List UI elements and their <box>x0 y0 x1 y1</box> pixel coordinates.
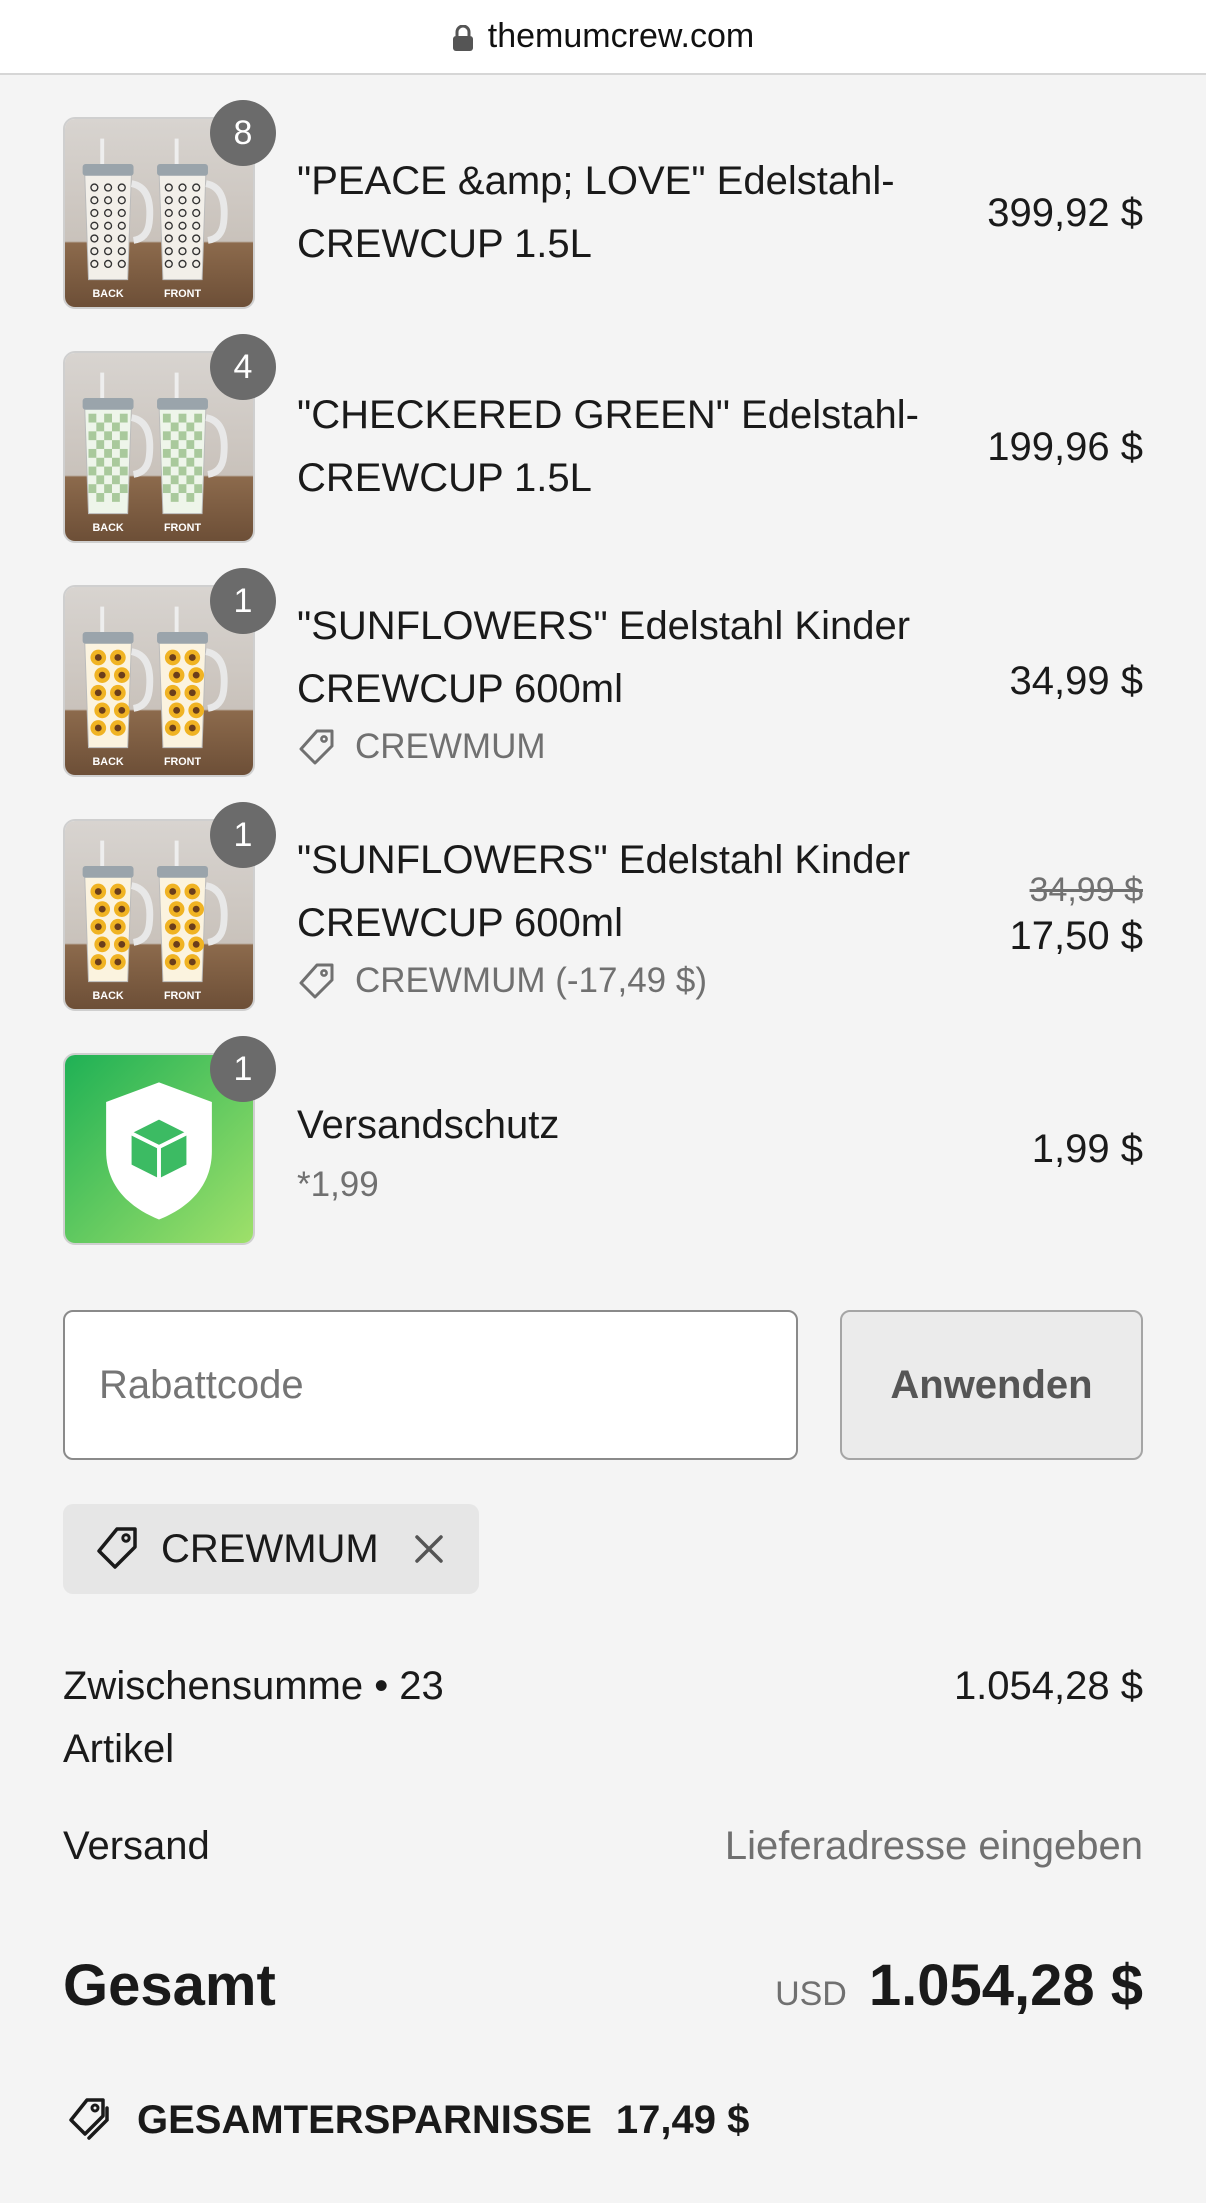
item-price-block: 399,92 $ <box>987 117 1143 309</box>
subtotal-row: Zwischensumme • 23 Artikel 1.054,28 $ <box>63 1655 1143 1785</box>
line-item: BACK FRONT 1 "SUNFLOWERS" Edelstahl Kinder … <box>63 802 1143 1011</box>
applied-code-text: CREWMUM <box>161 1526 379 1571</box>
item-discount: CREWMUM <box>297 727 997 767</box>
product-title: Versandschutz <box>297 1102 560 1147</box>
savings-value: 17,49 $ <box>615 2097 750 2142</box>
item-discount-text: CREWMUM (-17,49 $) <box>355 961 707 1000</box>
shipping-value: Lieferadresse eingeben <box>724 1824 1143 1868</box>
quantity-badge: 1 <box>210 1036 276 1102</box>
product-title: "SUNFLOWERS" Edelstahl Kinder CREWCUP 60… <box>297 838 911 945</box>
cup-side-label: BACK <box>93 990 124 1002</box>
item-discount: CREWMUM (-17,49 $) <box>297 961 997 1001</box>
apply-button[interactable]: Anwenden <box>840 1310 1143 1460</box>
quantity-badge: 1 <box>210 802 276 868</box>
item-price: 399,92 $ <box>987 190 1143 235</box>
total-row: Gesamt USD 1.054,28 $ <box>63 1946 1143 2026</box>
quantity-badge: 8 <box>210 100 276 166</box>
item-price-block: 34,99 $ 17,50 $ <box>1010 819 1143 1011</box>
item-price-block: 199,96 $ <box>987 351 1143 543</box>
lock-icon <box>452 24 474 51</box>
subtotal-label: Zwischensumme • 23 <box>63 1664 444 1708</box>
close-icon[interactable] <box>411 1531 447 1567</box>
product-subtitle: *1,99 <box>297 1164 379 1204</box>
item-price-block: 34,99 $ <box>1010 585 1143 777</box>
product-title: "PEACE &amp; LOVE" Edelstahl-CREWCUP 1.5… <box>297 159 895 266</box>
quantity-badge: 1 <box>210 568 276 634</box>
tag-icon <box>297 727 337 767</box>
subtotal-value: 1.054,28 $ <box>953 1664 1143 1708</box>
line-item: 1 Versandschutz *1,99 1,99 $ <box>63 1036 1143 1245</box>
applied-discount-chip: CREWMUM <box>63 1504 479 1594</box>
cup-side-label: FRONT <box>164 522 201 534</box>
subtotal-label-items: Artikel <box>63 1727 175 1771</box>
line-item: BACK FRONT 1 "SUNFLOWERS" Edelstahl Kinder … <box>63 568 1143 777</box>
cup-side-label: FRONT <box>164 756 201 768</box>
item-price: 34,99 $ <box>1009 658 1143 703</box>
cup-side-label: BACK <box>93 522 124 534</box>
total-label: Gesamt <box>63 1953 276 2018</box>
shipping-row: Versand Lieferadresse eingeben <box>63 1815 1143 1878</box>
savings-tag-icon <box>69 2098 109 2140</box>
item-discount-text: CREWMUM <box>355 727 546 766</box>
product-title: "SUNFLOWERS" Edelstahl Kinder CREWCUP 60… <box>297 604 911 711</box>
tag-icon <box>297 961 337 1001</box>
shipping-label: Versand <box>63 1824 210 1868</box>
cup-side-label: FRONT <box>164 288 201 300</box>
tag-icon <box>97 1527 137 1569</box>
cup-side-label: BACK <box>93 288 124 300</box>
product-title: "CHECKERED GREEN" Edelstahl-CREWCUP 1.5L <box>297 393 919 500</box>
url-text: themumcrew.com <box>487 17 755 55</box>
total-currency: USD <box>775 1975 847 2013</box>
original-price: 34,99 $ <box>1029 871 1143 909</box>
discount-code-input[interactable] <box>63 1310 798 1460</box>
savings-label: GESAMTERSPARNISSE <box>137 2097 592 2142</box>
total-value: 1.054,28 $ <box>868 1953 1143 2018</box>
item-price: 199,96 $ <box>987 424 1143 469</box>
cup-side-label: FRONT <box>164 990 201 1002</box>
line-item: BACK FRONT 4 "CHECKERED GREEN" Edelstahl-CR… <box>63 334 1143 543</box>
address-bar[interactable]: themumcrew.com <box>0 0 1206 75</box>
item-price-block: 1,99 $ <box>1032 1053 1143 1245</box>
total-savings: GESAMTERSPARNISSE 17,49 $ <box>63 2090 749 2150</box>
item-price: 17,50 $ <box>1009 914 1143 958</box>
quantity-badge: 4 <box>210 334 276 400</box>
item-price: 1,99 $ <box>1031 1126 1143 1171</box>
cup-side-label: BACK <box>93 756 124 768</box>
line-item: BACK FRONT 8 "PEACE &amp; LOVE" Edelstahl-C… <box>63 100 1143 309</box>
